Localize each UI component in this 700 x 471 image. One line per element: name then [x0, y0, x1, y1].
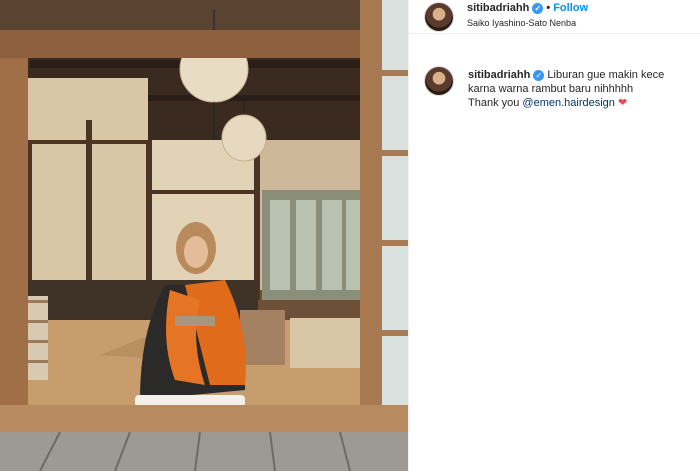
post-photo[interactable] [0, 0, 408, 471]
caption-thanks: Thank you [468, 97, 523, 109]
post-image [0, 0, 408, 471]
post-details-panel: sitibadriahh ✓ • Follow Saiko Iyashino-Sato… [408, 0, 700, 471]
verified-badge-icon: ✓ [532, 2, 544, 14]
avatar[interactable] [424, 66, 454, 96]
heart-emoji-icon: ❤ [617, 97, 628, 109]
verified-badge-icon: ✓ [533, 69, 545, 81]
separator-dot: • [546, 2, 551, 14]
follow-button[interactable]: Follow [553, 2, 588, 14]
caption-username[interactable]: sitibadriahh [468, 69, 530, 81]
caption-text-block: sitibadriahh ✓ Liburan gue makin kece kar… [468, 68, 688, 110]
post-author: sitibadriahh ✓ • Follow [467, 2, 588, 14]
username-link[interactable]: sitibadriahh [467, 2, 529, 14]
avatar[interactable] [424, 2, 454, 32]
mention-link[interactable]: @emen.hairdesign [522, 97, 615, 109]
post-header: sitibadriahh ✓ • Follow Saiko Iyashino-Sato… [409, 0, 700, 34]
location-link[interactable]: Saiko Iyashino-Sato Nenba [467, 18, 576, 28]
